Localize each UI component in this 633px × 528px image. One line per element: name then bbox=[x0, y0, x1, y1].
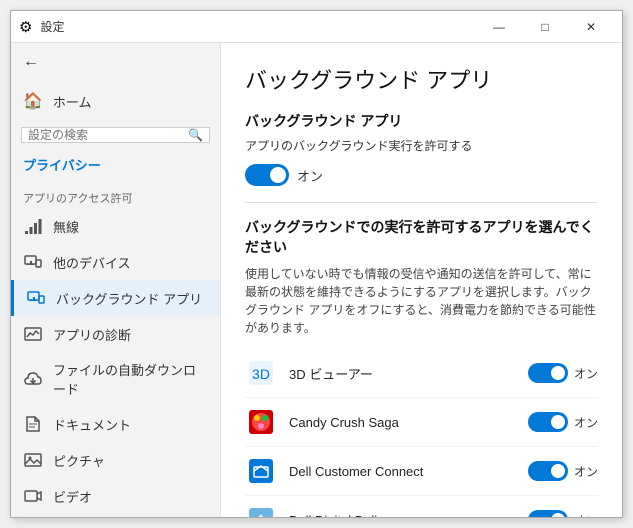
toggle-knob bbox=[551, 366, 565, 380]
app-icon bbox=[245, 406, 277, 438]
section1-desc: アプリのバックグラウンド実行を許可する bbox=[245, 137, 598, 154]
sidebar-item-videos-label: ビデオ bbox=[53, 487, 92, 506]
sidebar-item-documents-label: ドキュメント bbox=[53, 415, 131, 434]
app-toggle: オン bbox=[528, 363, 598, 383]
app-icon: 3D bbox=[245, 357, 277, 389]
sidebar-item-home[interactable]: 🏠 ホーム bbox=[11, 81, 220, 121]
sidebar-item-background-apps[interactable]: バックグラウンド アプリ bbox=[11, 280, 220, 316]
app-diagnostics-icon bbox=[23, 324, 43, 344]
toggle-knob bbox=[551, 464, 565, 478]
app-list-item: Dell Digital Delivery オン bbox=[245, 496, 598, 517]
back-icon: ← bbox=[23, 53, 39, 71]
app-icon bbox=[245, 504, 277, 517]
section2-body: 使用していない時でも情報の受信や通知の送信を許可して、常に最新の状態を維持できる… bbox=[245, 265, 598, 337]
sidebar-item-documents[interactable]: ドキュメント bbox=[11, 406, 220, 442]
search-icon[interactable]: 🔍 bbox=[188, 128, 203, 142]
section2-title: バックグラウンドでの実行を許可するアプリを選んでください bbox=[245, 217, 598, 257]
sidebar-item-app-diagnostics[interactable]: アプリの診断 bbox=[11, 316, 220, 352]
other-devices-icon bbox=[23, 252, 43, 272]
section1-title: バックグラウンド アプリ bbox=[245, 111, 598, 131]
minimize-button[interactable]: — bbox=[476, 11, 522, 43]
content-area: ← 🏠 ホーム 🔍 プライバシー アプリのアクセス許可 無線 bbox=[11, 43, 622, 517]
main-content: バックグラウンド アプリ バックグラウンド アプリ アプリのバックグラウンド実行… bbox=[221, 43, 622, 517]
app-toggle-label: オン bbox=[574, 365, 598, 382]
back-button[interactable]: ← bbox=[11, 43, 220, 81]
app-name: Candy Crush Saga bbox=[289, 415, 528, 430]
section-divider bbox=[245, 202, 598, 203]
app-toggle: オン bbox=[528, 461, 598, 481]
sidebar-item-videos[interactable]: ビデオ bbox=[11, 478, 220, 514]
search-input[interactable] bbox=[28, 128, 188, 142]
wireless-icon bbox=[23, 216, 43, 236]
app-list-item: Candy Crush Saga オン bbox=[245, 398, 598, 447]
home-icon: 🏠 bbox=[23, 91, 43, 111]
main-toggle[interactable] bbox=[245, 164, 289, 186]
app-name: 3D ビューアー bbox=[289, 364, 528, 383]
sidebar-item-wireless-label: 無線 bbox=[53, 217, 79, 236]
app-icon bbox=[245, 455, 277, 487]
main-toggle-row: オン bbox=[245, 164, 598, 186]
sidebar-item-auto-download-label: ファイルの自動ダウンロード bbox=[53, 360, 208, 398]
sidebar-item-background-apps-label: バックグラウンド アプリ bbox=[56, 289, 202, 308]
window-icon: ⚙ bbox=[19, 18, 32, 36]
app-list-item: Dell Customer Connect オン bbox=[245, 447, 598, 496]
app-toggle-switch[interactable] bbox=[528, 510, 568, 517]
auto-download-icon bbox=[23, 369, 43, 389]
sidebar-item-other-devices[interactable]: 他のデバイス bbox=[11, 244, 220, 280]
sidebar-item-app-diagnostics-label: アプリの診断 bbox=[53, 325, 131, 344]
toggle-knob bbox=[551, 513, 565, 517]
sidebar-item-file-system[interactable]: ファイル システム bbox=[11, 514, 220, 517]
sidebar-home-label: ホーム bbox=[53, 92, 92, 111]
app-name: Dell Customer Connect bbox=[289, 464, 528, 479]
sidebar-item-pictures-label: ピクチャ bbox=[53, 451, 105, 470]
maximize-button[interactable]: □ bbox=[522, 11, 568, 43]
app-toggle-switch[interactable] bbox=[528, 363, 568, 383]
app-list: 3D 3D ビューアー オン Candy Crush Saga オン Dell … bbox=[245, 349, 598, 517]
pictures-icon bbox=[23, 450, 43, 470]
app-toggle: オン bbox=[528, 510, 598, 517]
app-toggle-label: オン bbox=[574, 414, 598, 431]
sidebar: ← 🏠 ホーム 🔍 プライバシー アプリのアクセス許可 無線 bbox=[11, 43, 221, 517]
window-title: 設定 bbox=[40, 18, 64, 35]
app-toggle-label: オン bbox=[574, 512, 598, 518]
toggle-knob bbox=[270, 167, 286, 183]
app-list-item: 3D 3D ビューアー オン bbox=[245, 349, 598, 398]
sidebar-item-wireless[interactable]: 無線 bbox=[11, 208, 220, 244]
sidebar-item-auto-download[interactable]: ファイルの自動ダウンロード bbox=[11, 352, 220, 406]
search-box[interactable]: 🔍 bbox=[21, 127, 210, 143]
app-toggle-switch[interactable] bbox=[528, 412, 568, 432]
svg-text:3D: 3D bbox=[252, 366, 270, 382]
toggle-knob bbox=[551, 415, 565, 429]
sidebar-item-pictures[interactable]: ピクチャ bbox=[11, 442, 220, 478]
close-button[interactable]: ✕ bbox=[568, 11, 614, 43]
app-toggle-switch[interactable] bbox=[528, 461, 568, 481]
background-apps-icon bbox=[26, 288, 46, 308]
app-toggle-label: オン bbox=[574, 463, 598, 480]
privacy-label: プライバシー bbox=[11, 149, 220, 182]
window-controls: — □ ✕ bbox=[476, 11, 614, 43]
page-title: バックグラウンド アプリ bbox=[245, 63, 598, 95]
sidebar-category-label: アプリのアクセス許可 bbox=[11, 182, 220, 208]
videos-icon bbox=[23, 486, 43, 506]
app-toggle: オン bbox=[528, 412, 598, 432]
sidebar-item-other-devices-label: 他のデバイス bbox=[53, 253, 131, 272]
app-name: Dell Digital Delivery bbox=[289, 513, 528, 518]
main-toggle-label: オン bbox=[297, 166, 323, 185]
documents-icon bbox=[23, 414, 43, 434]
title-bar: ⚙ 設定 — □ ✕ bbox=[11, 11, 622, 43]
settings-window: ⚙ 設定 — □ ✕ ← 🏠 ホーム 🔍 プライバシー アプリのアクセス許可 bbox=[10, 10, 623, 518]
